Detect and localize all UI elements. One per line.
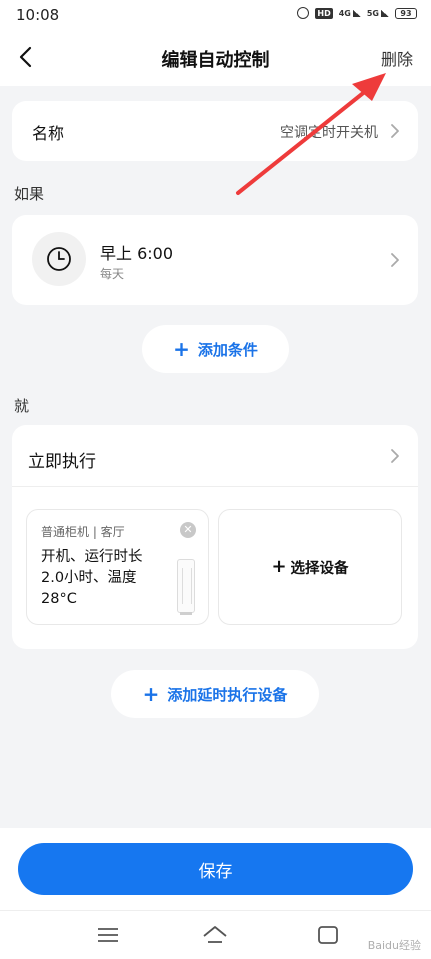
delete-button[interactable]: 删除 (381, 46, 413, 70)
hd-icon: HD (315, 7, 333, 19)
clock-icon (32, 232, 86, 286)
condition-repeat: 每天 (100, 267, 125, 281)
signal-5g-icon: 5G (367, 9, 390, 18)
add-delay-device-label: 添加延时执行设备 (167, 685, 288, 704)
system-nav-bar: Baidu经验 (0, 910, 431, 959)
chevron-right-icon (391, 124, 399, 138)
name-value: 空调定时开关机 (280, 125, 378, 141)
then-section-title: 就 (14, 397, 30, 415)
back-nav-icon[interactable] (315, 923, 341, 947)
add-delay-device-button[interactable]: + 添加延时执行设备 (111, 670, 319, 718)
plus-icon: + (271, 556, 287, 577)
save-button[interactable]: 保存 (18, 843, 413, 895)
select-device-label: 选择设备 (290, 560, 349, 577)
add-condition-button[interactable]: + 添加条件 (142, 325, 289, 373)
air-conditioner-image (177, 559, 195, 615)
name-row[interactable]: 名称 空调定时开关机 (12, 101, 418, 161)
execute-label: 立即执行 (28, 452, 96, 472)
status-icons: HD 4G 5G 93 (297, 7, 417, 19)
battery-icon: 93 (395, 7, 417, 19)
chevron-right-icon (391, 253, 399, 267)
select-device-button[interactable]: + 选择设备 (218, 509, 402, 625)
device-name: 普通柜机 | 客厅 (41, 525, 125, 539)
device-card[interactable]: 普通柜机 | 客厅 ✕ 开机、运行时长2.0小时、温度28°C (26, 509, 209, 625)
alarm-icon (297, 7, 310, 19)
chevron-right-icon (391, 449, 399, 463)
divider (12, 486, 418, 487)
page-title: 编辑自动控制 (161, 50, 270, 71)
menu-icon[interactable] (95, 923, 121, 947)
add-condition-label: 添加条件 (197, 340, 258, 359)
save-bar: 保存 (0, 828, 431, 910)
status-bar: 10:08 HD 4G 5G 93 (0, 0, 431, 30)
execute-row[interactable]: 立即执行 (12, 425, 418, 486)
plus-icon: + (173, 337, 190, 361)
if-section-title: 如果 (14, 185, 45, 203)
close-icon[interactable]: ✕ (180, 522, 196, 538)
header: 编辑自动控制 删除 (0, 30, 431, 86)
home-icon[interactable] (202, 923, 228, 947)
device-description: 开机、运行时长2.0小时、温度28°C (41, 549, 143, 607)
condition-row[interactable]: 早上 6:00 每天 (12, 215, 418, 305)
status-time: 10:08 (16, 6, 60, 24)
action-card: 立即执行 普通柜机 | 客厅 ✕ 开机、运行时长2.0小时、温度28°C + 选… (12, 425, 418, 649)
watermark: Baidu经验 (367, 939, 421, 952)
signal-4g-icon: 4G (339, 9, 362, 18)
plus-icon: + (142, 682, 160, 706)
name-label: 名称 (32, 124, 65, 143)
condition-time: 早上 6:00 (100, 244, 174, 263)
